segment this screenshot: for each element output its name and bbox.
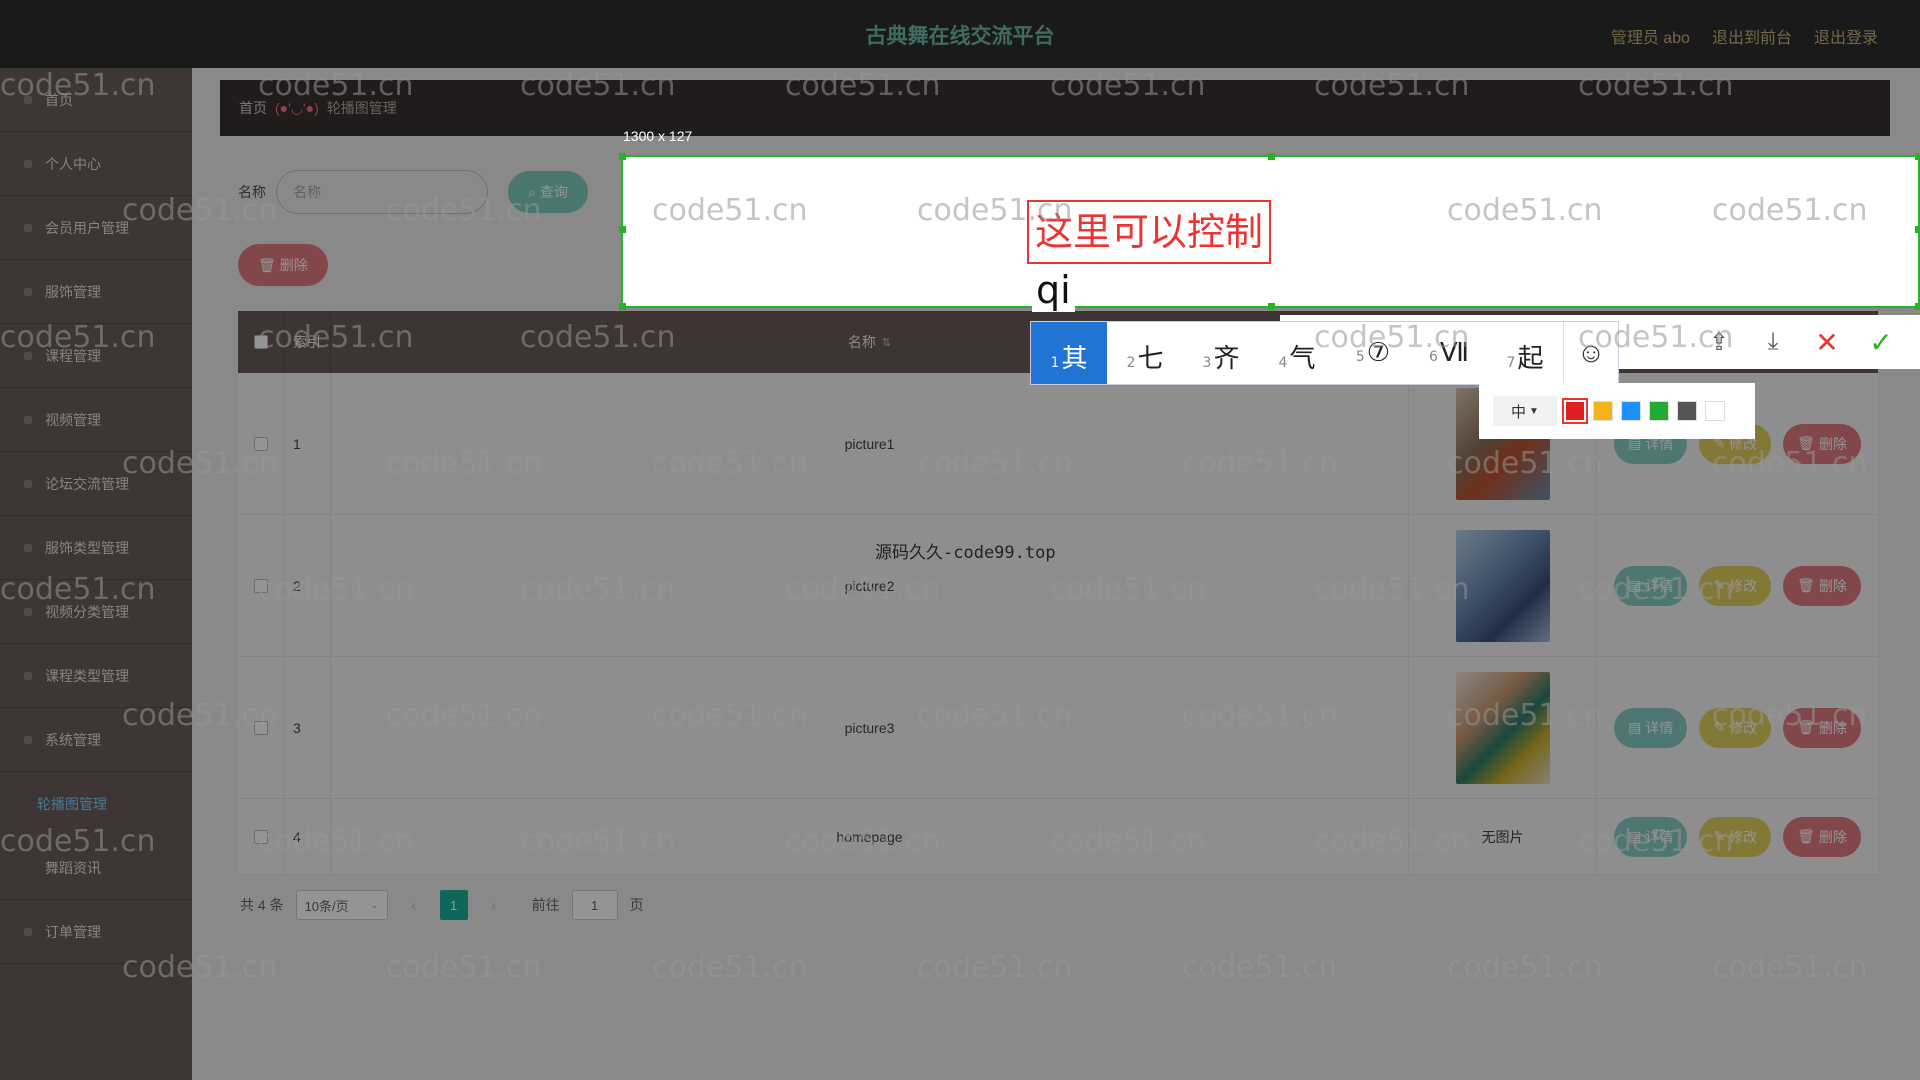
resize-handle[interactable] <box>1915 153 1920 160</box>
source-watermark-text: 源码久久-code99.top <box>875 543 1056 563</box>
caret-down-icon: ▼ <box>1529 405 1539 417</box>
close-icon[interactable]: ✕ <box>1812 326 1842 359</box>
ime-candidate-bar: 1其 2七 3齐 4气 5⑦ 6Ⅶ 7起 ☺ <box>1030 321 1619 385</box>
color-swatch-gray[interactable] <box>1677 401 1697 421</box>
resize-handle[interactable] <box>619 303 626 310</box>
ime-candidate[interactable]: 1其 <box>1031 322 1107 384</box>
ime-candidate[interactable]: 7起 <box>1487 322 1563 384</box>
candidate-char: 其 <box>1061 344 1088 374</box>
candidate-char: 七 <box>1137 344 1164 374</box>
font-size-select[interactable]: 中 ▼ <box>1493 396 1557 426</box>
ime-candidate[interactable]: 3齐 <box>1183 322 1259 384</box>
resize-handle[interactable] <box>1268 303 1275 310</box>
color-swatch-yellow[interactable] <box>1593 401 1613 421</box>
candidate-number: 1 <box>1050 355 1060 371</box>
resize-handle[interactable] <box>1268 153 1275 160</box>
resize-handle[interactable] <box>619 153 626 160</box>
color-swatch-green[interactable] <box>1649 401 1669 421</box>
share-icon[interactable]: ⇪ <box>1704 328 1734 357</box>
candidate-number: 4 <box>1278 355 1288 371</box>
ime-candidate[interactable]: 5⑦ <box>1335 322 1411 384</box>
ime-candidate[interactable]: 6Ⅶ <box>1411 322 1487 384</box>
candidate-char: 齐 <box>1213 344 1240 374</box>
selection-size-label: 1300 x 127 <box>623 128 693 144</box>
resize-handle[interactable] <box>1915 303 1920 310</box>
confirm-icon[interactable]: ✓ <box>1866 326 1896 359</box>
color-swatch-blue[interactable] <box>1621 401 1641 421</box>
candidate-char: 起 <box>1517 344 1544 374</box>
ime-candidate[interactable]: 2七 <box>1107 322 1183 384</box>
resize-handle[interactable] <box>1915 226 1920 233</box>
emoji-icon[interactable]: ☺ <box>1563 322 1618 384</box>
text-style-panel: 中 ▼ <box>1479 383 1755 439</box>
candidate-number: 7 <box>1506 355 1516 371</box>
annotation-text-box[interactable]: 这里可以控制 <box>1027 200 1272 264</box>
candidate-char: Ⅶ <box>1439 338 1470 368</box>
resize-handle[interactable] <box>619 226 626 233</box>
candidate-number: 2 <box>1126 355 1136 371</box>
download-icon[interactable]: ⤓ <box>1758 328 1788 356</box>
font-size-value: 中 <box>1511 403 1527 421</box>
color-swatch-red[interactable] <box>1562 398 1588 424</box>
candidate-char: ⑦ <box>1366 338 1391 368</box>
ime-candidate[interactable]: 4气 <box>1259 322 1335 384</box>
candidate-number: 5 <box>1355 349 1365 365</box>
candidate-number: 3 <box>1202 355 1212 371</box>
candidate-char: 气 <box>1289 344 1316 374</box>
candidate-number: 6 <box>1428 349 1438 365</box>
ime-composition: qi <box>1032 268 1075 312</box>
color-swatch-white[interactable] <box>1705 401 1725 421</box>
